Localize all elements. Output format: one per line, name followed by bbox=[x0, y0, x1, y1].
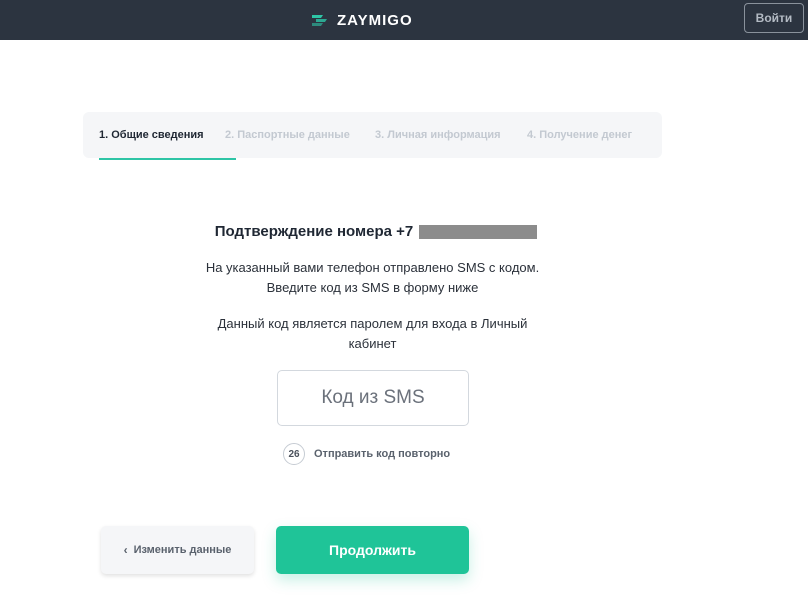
resend-code-link[interactable]: Отправить код повторно bbox=[314, 448, 450, 460]
steps-bar: 1. Общие сведения 2. Паспортные данные 3… bbox=[83, 112, 662, 158]
step-passport-data[interactable]: 2. Паспортные данные bbox=[225, 129, 350, 141]
sms-info-line-1: На указанный вами телефон отправлено SMS… bbox=[205, 260, 540, 275]
logo[interactable]: ZAYMIGO bbox=[311, 10, 413, 30]
password-info-line-1: Данный код является паролем для входа в … bbox=[217, 316, 528, 331]
title-text: Подтверждение номера +7 bbox=[214, 223, 414, 240]
page-title: Подтверждение номера +7 bbox=[0, 223, 752, 240]
logo-text: ZAYMIGO bbox=[337, 11, 413, 29]
top-bar: ZAYMIGO Войти bbox=[0, 0, 808, 40]
change-data-label: Изменить данные bbox=[133, 544, 232, 556]
step-get-money[interactable]: 4. Получение денег bbox=[527, 129, 632, 141]
change-data-button[interactable]: ‹ Изменить данные bbox=[101, 526, 254, 574]
phone-number-redacted bbox=[419, 224, 538, 239]
step-personal-info[interactable]: 3. Личная информация bbox=[375, 129, 501, 141]
resend-timer: 26 bbox=[283, 443, 305, 465]
chevron-left-icon: ‹ bbox=[123, 543, 128, 557]
sms-info-line-2: Введите код из SMS в форму ниже bbox=[266, 280, 479, 295]
step-general-info[interactable]: 1. Общие сведения bbox=[99, 129, 204, 141]
password-info-text: Данный код является паролем для входа в … bbox=[0, 314, 745, 354]
active-step-indicator bbox=[99, 158, 236, 160]
sms-code-input[interactable] bbox=[277, 370, 469, 426]
password-info-line-2: кабинет bbox=[348, 336, 397, 351]
sms-info-text: На указанный вами телефон отправлено SMS… bbox=[0, 258, 745, 298]
login-button[interactable]: Войти bbox=[744, 3, 804, 33]
resend-code: 26 Отправить код повторно bbox=[283, 443, 450, 465]
zaymigo-logo-icon bbox=[312, 15, 327, 26]
continue-button[interactable]: Продолжить bbox=[276, 526, 469, 574]
